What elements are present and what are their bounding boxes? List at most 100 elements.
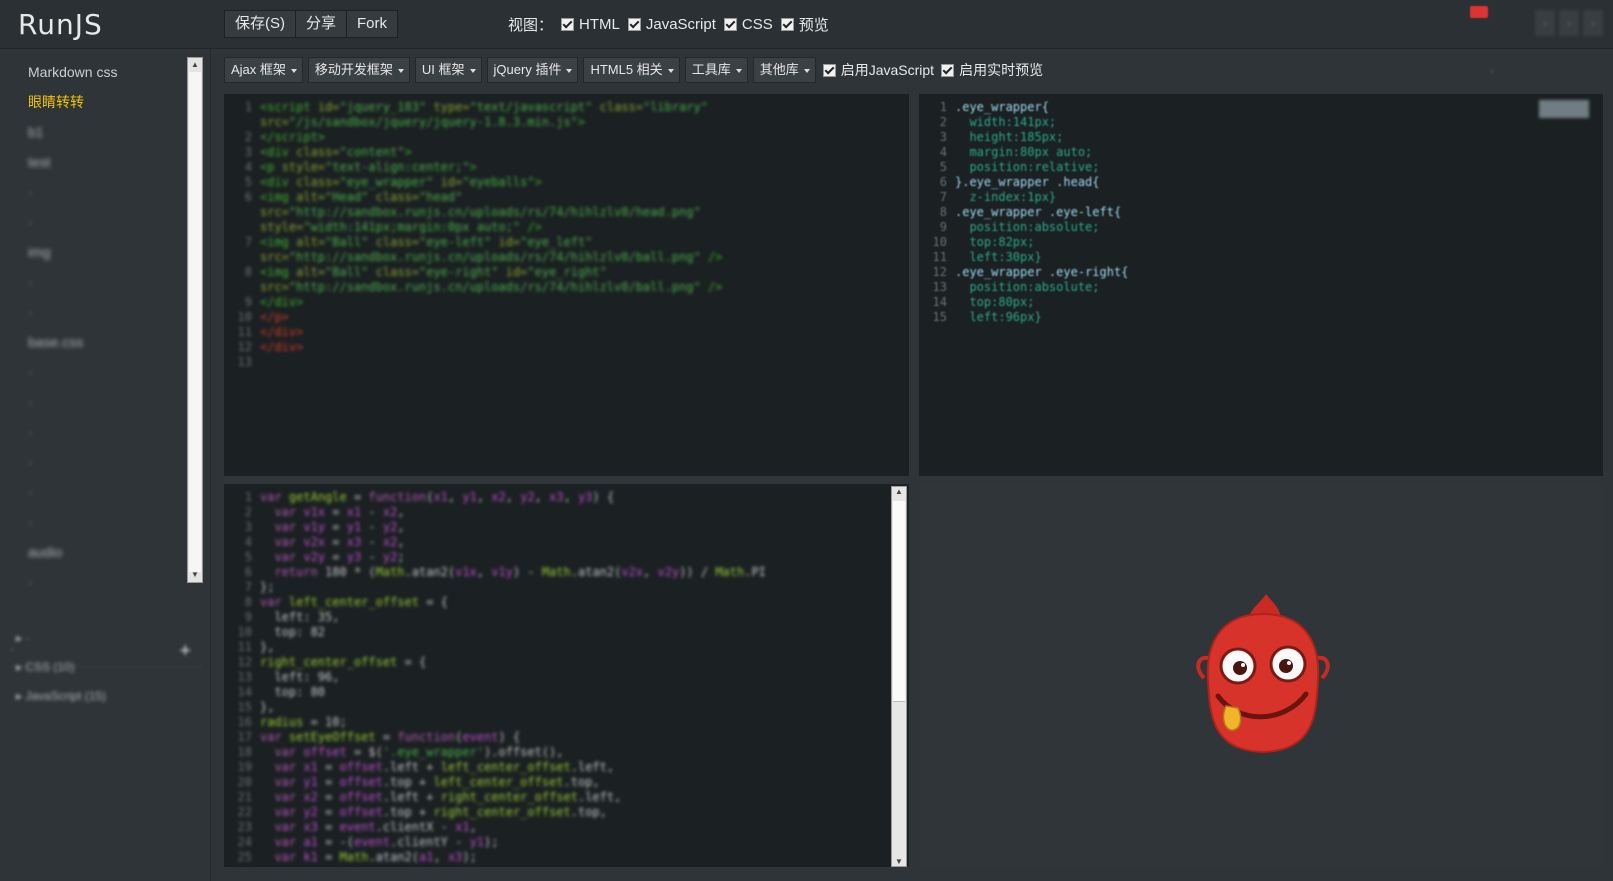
line-number: 6	[939, 175, 947, 189]
css-code-text: position:absolute;	[955, 280, 1100, 294]
javascript-editor-scrollbar[interactable]: ▲ ▼	[891, 486, 907, 867]
html-code[interactable]: 1 <script id="jquery_183" type="text/java…	[224, 100, 723, 370]
view-html-label[interactable]: HTML	[579, 16, 620, 33]
save-button[interactable]: 保存(S)	[225, 11, 296, 37]
scroll-arrow-icon[interactable]: ▲	[188, 58, 202, 72]
sidebar-file-item[interactable]: ·	[10, 387, 203, 417]
html-editor[interactable]: 1 <script id="jquery_183" type="text/java…	[224, 94, 909, 476]
sidebar-file-item[interactable]: audio	[10, 537, 203, 567]
jquery-plugin-dropdown[interactable]: jQuery 插件	[486, 57, 579, 83]
ui-framework-dropdown[interactable]: UI 框架	[414, 57, 482, 83]
settings-button[interactable]: ·	[1583, 10, 1603, 36]
user-menu-button[interactable]: ·	[1535, 10, 1555, 36]
checkbox-icon[interactable]	[822, 63, 836, 77]
scrollbar-thumb[interactable]	[189, 72, 201, 572]
checkbox-icon[interactable]	[627, 18, 641, 31]
css-code-text: z-index:1px}	[955, 190, 1057, 204]
view-options: 视图： HTML JavaScript CSS 预览	[508, 14, 829, 35]
sidebar-file-item[interactable]: ·	[10, 447, 203, 477]
css-code-text: width:141px;	[955, 115, 1057, 129]
account-actions: · · ·	[1535, 10, 1603, 36]
css-code-line: 2 width:141px;	[919, 115, 1128, 130]
css-code-line: 11 left:30px}	[919, 250, 1128, 265]
css-format-button[interactable]	[1539, 100, 1589, 118]
share-button[interactable]: 分享	[296, 11, 348, 37]
app-logo[interactable]: RunJS	[18, 8, 103, 41]
tools-dropdown[interactable]: 工具库	[684, 57, 748, 83]
help-button[interactable]: ·	[1559, 10, 1579, 36]
sidebar-file-item[interactable]: ·	[10, 567, 203, 597]
ajax-framework-dropdown[interactable]: Ajax 框架	[224, 57, 303, 83]
sidebar-file-item[interactable]: ·	[10, 357, 203, 387]
css-code-text: .eye_wrapper .eye-left{	[955, 205, 1122, 219]
css-editor[interactable]: 1 .eye_wrapper{2 width:141px; 3 height:185…	[919, 94, 1603, 476]
line-number: 5	[939, 160, 947, 174]
javascript-editor[interactable]: 1 var getAngle = function(x1, y1, x2, y2,…	[224, 484, 909, 867]
sidebar-scrollbar[interactable]: ▲ ▼	[187, 57, 203, 583]
library-toolbar: Ajax 框架 移动开发框架 UI 框架 jQuery 插件 HTML5 相关 …	[224, 57, 1043, 83]
sidebar-file-item[interactable]: ·	[10, 177, 203, 207]
line-number: 12	[932, 265, 947, 279]
css-code-line: 13 position:absolute;	[919, 280, 1128, 295]
other-libs-dropdown[interactable]: 其他库	[752, 57, 816, 83]
sidebar-file-item[interactable]: base.css	[10, 327, 203, 357]
file-list: Markdown css 眼睛转转 b1 test · · img · · base.css · · ·…	[10, 57, 203, 590]
javascript-code[interactable]: 1 var getAngle = function(x1, y1, x2, y2,…	[224, 490, 766, 865]
sidebar-file-item[interactable]: ·	[10, 207, 203, 237]
line-number: 1	[939, 100, 947, 114]
checkbox-icon[interactable]	[941, 63, 955, 77]
enable-live-preview-toggle[interactable]: 启用实时预览	[939, 60, 1043, 80]
toolbar-right-link[interactable]: ·	[1490, 64, 1494, 78]
sidebar-file-item[interactable]: ·	[10, 477, 203, 507]
css-code-text: left:30px}	[955, 250, 1042, 264]
eyeball-mascot-image	[1188, 588, 1338, 773]
css-code-line: 7 z-index:1px}	[919, 190, 1128, 205]
css-code-text: .eye_wrapper .eye-right{	[955, 265, 1129, 279]
css-code-line: 5 position:relative;	[919, 160, 1128, 175]
scroll-arrow-icon[interactable]: ▼	[892, 857, 906, 866]
sidebar-file-item[interactable]: test	[10, 147, 203, 177]
css-code[interactable]: 1 .eye_wrapper{2 width:141px; 3 height:185…	[919, 100, 1129, 325]
library-title: ·	[10, 642, 14, 656]
checkbox-icon[interactable]	[723, 18, 737, 31]
view-javascript-label[interactable]: JavaScript	[646, 16, 716, 33]
library-item-images[interactable]: ▸ ·	[16, 631, 29, 645]
css-code-line: 14 top:80px;	[919, 295, 1128, 310]
sidebar-file-item[interactable]: ·	[10, 507, 203, 537]
css-code-line: 8 .eye_wrapper .eye-left{	[919, 205, 1128, 220]
css-code-line: 1 .eye_wrapper{	[919, 100, 1128, 115]
sidebar-file-item[interactable]: ·	[10, 267, 203, 297]
checkbox-icon[interactable]	[780, 18, 794, 31]
top-bar: RunJS 保存(S) 分享 Fork 视图： HTML JavaScript …	[0, 0, 1613, 49]
line-number: 2	[939, 115, 947, 129]
css-code-line: 9 position:absolute;	[919, 220, 1128, 235]
sidebar-file-item[interactable]: ·	[10, 417, 203, 447]
sidebar-file-item[interactable]: Markdown css	[10, 57, 203, 87]
library-item-javascript[interactable]: ▸ JavaScript (15)	[16, 689, 106, 703]
enable-javascript-toggle[interactable]: 启用JavaScript	[821, 60, 934, 80]
css-code-line: 12 .eye_wrapper .eye-right{	[919, 265, 1129, 280]
scrollbar-thumb[interactable]	[893, 501, 905, 702]
sidebar-file-item[interactable]: b1	[10, 117, 203, 147]
plus-icon[interactable]: +	[179, 640, 191, 663]
html5-dropdown[interactable]: HTML5 相关	[583, 57, 680, 83]
sidebar-file-item[interactable]: img	[10, 237, 203, 267]
css-code-text: top:82px;	[955, 235, 1035, 249]
css-code-line: 15 left:96px}	[919, 310, 1128, 325]
view-css-label[interactable]: CSS	[742, 16, 773, 33]
scroll-arrow-icon[interactable]: ▼	[188, 568, 202, 582]
line-number: 8	[939, 205, 947, 219]
view-preview-label[interactable]: 预览	[799, 14, 829, 35]
line-number: 4	[939, 145, 947, 159]
fork-button[interactable]: Fork	[347, 11, 398, 37]
scroll-arrow-icon[interactable]: ▲	[892, 487, 906, 496]
library-item-css[interactable]: ▸ CSS (10)	[16, 660, 75, 674]
sidebar-file-item[interactable]: ·	[10, 297, 203, 327]
sidebar-file-item[interactable]: 眼睛转转	[10, 87, 203, 117]
file-actions: 保存(S) 分享 Fork	[224, 10, 399, 38]
css-code-text: position:relative;	[955, 160, 1100, 174]
css-code-text: height:185px;	[955, 130, 1064, 144]
css-code-text: margin:80px auto;	[955, 145, 1093, 159]
checkbox-icon[interactable]	[561, 18, 575, 31]
mobile-framework-dropdown[interactable]: 移动开发框架	[307, 57, 410, 83]
